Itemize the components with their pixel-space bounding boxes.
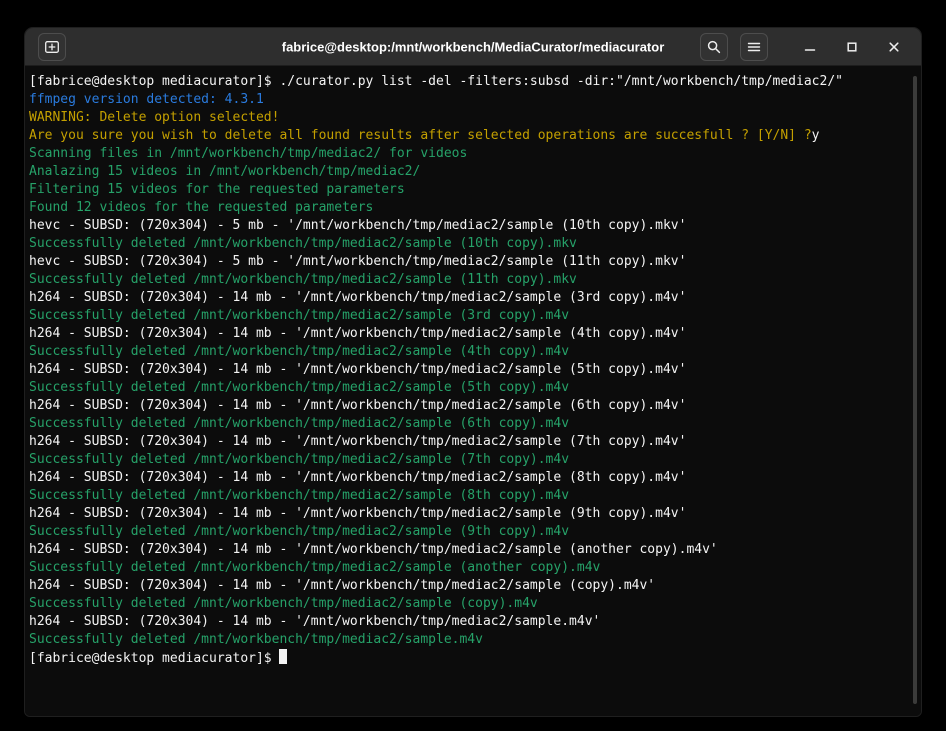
terminal-line: Filtering 15 videos for the requested pa…: [29, 181, 905, 199]
terminal-line: Scanning files in /mnt/workbench/tmp/med…: [29, 145, 905, 163]
menu-icon: [746, 39, 762, 55]
maximize-icon: [844, 39, 860, 55]
search-button[interactable]: [700, 33, 728, 61]
headerbar-right: [700, 33, 908, 61]
terminal-line: Successfully deleted /mnt/workbench/tmp/…: [29, 559, 905, 577]
new-tab-button[interactable]: [38, 33, 66, 61]
terminal-line: h264 - SUBSD: (720x304) - 14 mb - '/mnt/…: [29, 361, 905, 379]
scrollbar-thumb[interactable]: [913, 76, 917, 703]
terminal-line: hevc - SUBSD: (720x304) - 5 mb - '/mnt/w…: [29, 253, 905, 271]
close-button[interactable]: [880, 33, 908, 61]
minimize-icon: [802, 39, 818, 55]
terminal-line: Successfully deleted /mnt/workbench/tmp/…: [29, 595, 905, 613]
terminal-line: Found 12 videos for the requested parame…: [29, 199, 905, 217]
terminal-line: h264 - SUBSD: (720x304) - 14 mb - '/mnt/…: [29, 397, 905, 415]
terminal-line: h264 - SUBSD: (720x304) - 14 mb - '/mnt/…: [29, 505, 905, 523]
headerbar: fabrice@desktop:/mnt/workbench/MediaCura…: [25, 28, 921, 66]
terminal-line: [fabrice@desktop mediacurator]$: [29, 649, 905, 667]
terminal-line: Are you sure you wish to delete all foun…: [29, 127, 905, 145]
terminal-line: h264 - SUBSD: (720x304) - 14 mb - '/mnt/…: [29, 469, 905, 487]
scrollbar[interactable]: [911, 70, 919, 710]
terminal-line: Analazing 15 videos in /mnt/workbench/tm…: [29, 163, 905, 181]
search-icon: [706, 39, 722, 55]
terminal-line: hevc - SUBSD: (720x304) - 5 mb - '/mnt/w…: [29, 217, 905, 235]
terminal-line: Successfully deleted /mnt/workbench/tmp/…: [29, 523, 905, 541]
terminal-line: WARNING: Delete option selected!: [29, 109, 905, 127]
terminal-line: h264 - SUBSD: (720x304) - 14 mb - '/mnt/…: [29, 541, 905, 559]
menu-button[interactable]: [740, 33, 768, 61]
terminal-line: Successfully deleted /mnt/workbench/tmp/…: [29, 235, 905, 253]
minimize-button[interactable]: [796, 33, 824, 61]
terminal-cursor: [279, 649, 287, 664]
terminal-line: Successfully deleted /mnt/workbench/tmp/…: [29, 343, 905, 361]
terminal-line: h264 - SUBSD: (720x304) - 14 mb - '/mnt/…: [29, 325, 905, 343]
terminal-line: Successfully deleted /mnt/workbench/tmp/…: [29, 631, 905, 649]
terminal-line: ffmpeg version detected: 4.3.1: [29, 91, 905, 109]
terminal-line: Successfully deleted /mnt/workbench/tmp/…: [29, 487, 905, 505]
terminal-line: Successfully deleted /mnt/workbench/tmp/…: [29, 307, 905, 325]
terminal-line: Successfully deleted /mnt/workbench/tmp/…: [29, 379, 905, 397]
window-title: fabrice@desktop:/mnt/workbench/MediaCura…: [282, 39, 665, 54]
terminal-line: h264 - SUBSD: (720x304) - 14 mb - '/mnt/…: [29, 613, 905, 631]
terminal-window: fabrice@desktop:/mnt/workbench/MediaCura…: [24, 27, 922, 717]
terminal-line: h264 - SUBSD: (720x304) - 14 mb - '/mnt/…: [29, 289, 905, 307]
new-tab-icon: [44, 39, 60, 55]
terminal-line: h264 - SUBSD: (720x304) - 14 mb - '/mnt/…: [29, 577, 905, 595]
terminal-line: Successfully deleted /mnt/workbench/tmp/…: [29, 271, 905, 289]
terminal-lines: [fabrice@desktop mediacurator]$ ./curato…: [29, 73, 905, 667]
maximize-button[interactable]: [838, 33, 866, 61]
terminal-line: Successfully deleted /mnt/workbench/tmp/…: [29, 415, 905, 433]
terminal-line: [fabrice@desktop mediacurator]$ ./curato…: [29, 73, 905, 91]
window-controls: [796, 33, 908, 61]
terminal-line: Successfully deleted /mnt/workbench/tmp/…: [29, 451, 905, 469]
close-icon: [886, 39, 902, 55]
terminal-output[interactable]: [fabrice@desktop mediacurator]$ ./curato…: [25, 66, 921, 716]
terminal-line: h264 - SUBSD: (720x304) - 14 mb - '/mnt/…: [29, 433, 905, 451]
